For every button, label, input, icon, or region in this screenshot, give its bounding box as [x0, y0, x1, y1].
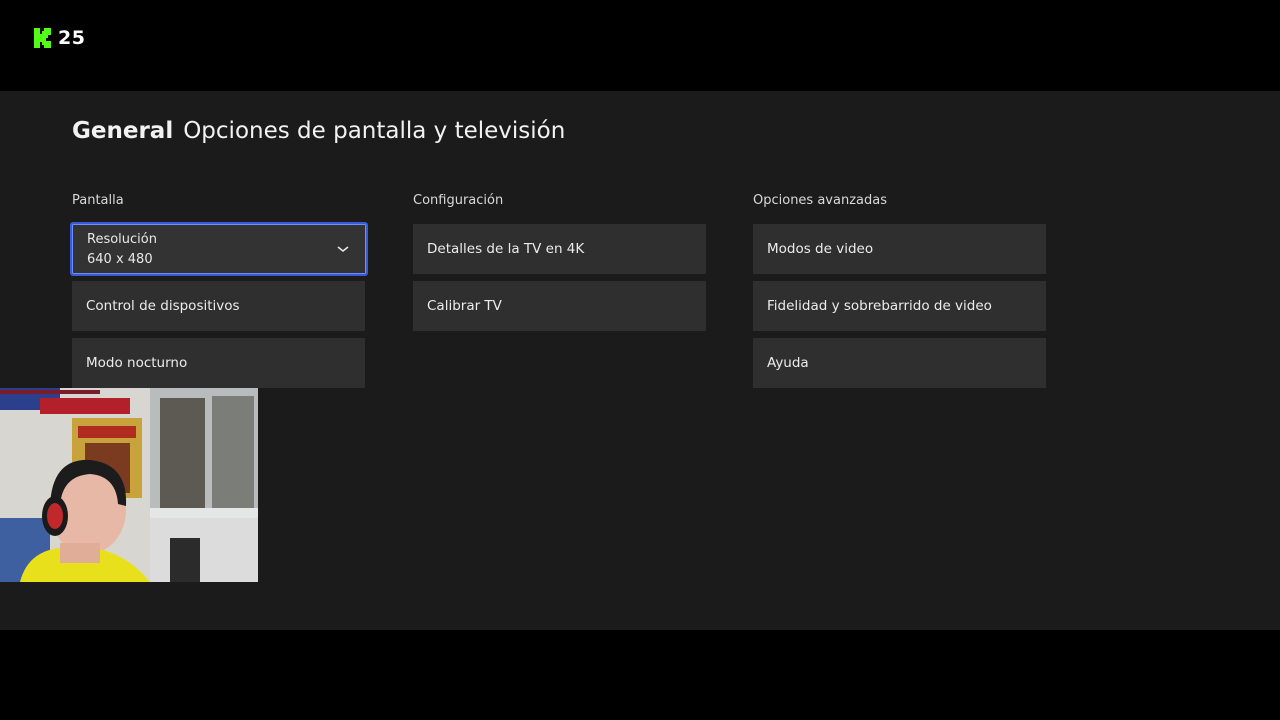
night-mode-button[interactable]: Modo nocturno [72, 338, 365, 388]
webcam-overlay [0, 388, 258, 582]
dropdown-value: 640 x 480 [87, 251, 153, 267]
viewer-badge: 25 [34, 27, 85, 49]
device-control-button[interactable]: Control de dispositivos [72, 281, 365, 331]
column-header: Pantalla [72, 193, 124, 208]
resolution-dropdown[interactable]: Resolución 640 x 480 [70, 222, 368, 276]
column-pantalla: Pantalla Resolución 640 x 480 Control de… [70, 193, 368, 395]
kick-logo-icon [34, 28, 51, 48]
page-title: General Opciones de pantalla y televisión [72, 118, 565, 144]
tv-4k-details-button[interactable]: Detalles de la TV en 4K [413, 224, 706, 274]
column-opciones-avanzadas: Opciones avanzadas Modos de video Fideli… [753, 193, 1049, 395]
column-configuracion: Configuración Detalles de la TV en 4K Ca… [413, 193, 709, 338]
video-fidelity-button[interactable]: Fidelidad y sobrebarrido de video [753, 281, 1046, 331]
screen: 25 General Opciones de pantalla y televis… [0, 0, 1280, 720]
page-subtitle: Opciones de pantalla y televisión [183, 118, 566, 144]
dropdown-label: Resolución [87, 231, 157, 247]
column-header: Opciones avanzadas [753, 193, 887, 208]
chevron-down-icon [337, 246, 349, 253]
dropdown-text: Resolución 640 x 480 [87, 232, 157, 267]
viewer-count: 25 [58, 27, 86, 49]
help-button[interactable]: Ayuda [753, 338, 1046, 388]
section-name: General [72, 118, 174, 144]
video-modes-button[interactable]: Modos de video [753, 224, 1046, 274]
calibrate-tv-button[interactable]: Calibrar TV [413, 281, 706, 331]
column-header: Configuración [413, 193, 504, 208]
